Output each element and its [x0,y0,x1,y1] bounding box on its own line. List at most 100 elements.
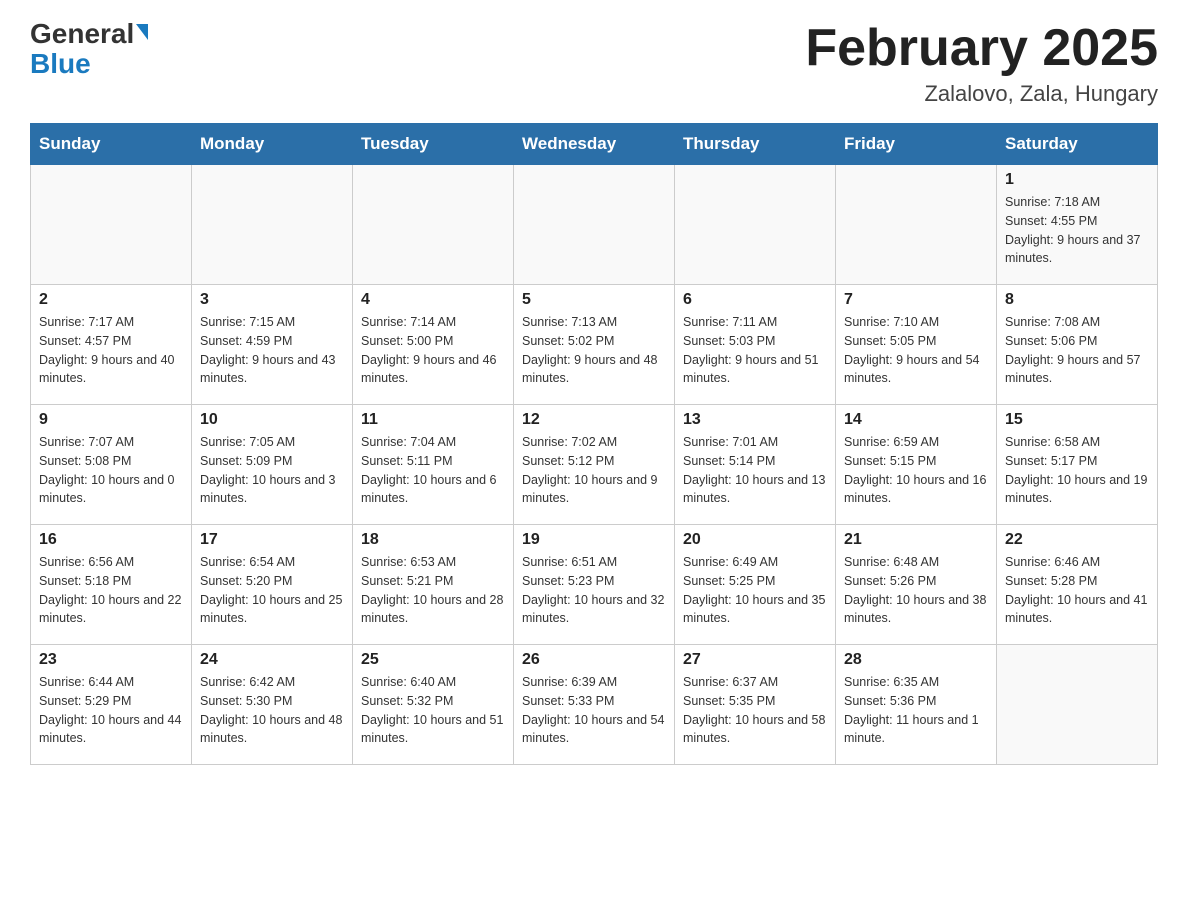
day-info: Sunrise: 7:07 AMSunset: 5:08 PMDaylight:… [39,433,183,508]
calendar-header-tuesday: Tuesday [353,124,514,165]
calendar-cell: 11 Sunrise: 7:04 AMSunset: 5:11 PMDayligh… [353,405,514,525]
calendar-cell: 24 Sunrise: 6:42 AMSunset: 5:30 PMDayligh… [192,645,353,765]
calendar-cell: 22 Sunrise: 6:46 AMSunset: 5:28 PMDayligh… [997,525,1158,645]
day-number: 2 [39,291,183,309]
day-number: 14 [844,411,988,429]
day-number: 3 [200,291,344,309]
day-info: Sunrise: 6:56 AMSunset: 5:18 PMDaylight:… [39,553,183,628]
day-info: Sunrise: 7:10 AMSunset: 5:05 PMDaylight:… [844,313,988,388]
calendar-cell: 19Sunrise: 6:51 AMSunset: 5:23 PMDayligh… [514,525,675,645]
day-number: 26 [522,651,666,669]
calendar-cell: 8Sunrise: 7:08 AMSunset: 5:06 PMDaylight… [997,285,1158,405]
calendar-cell: 6 Sunrise: 7:11 AMSunset: 5:03 PMDaylight… [675,285,836,405]
day-number: 5 [522,291,666,309]
calendar-week-4: 16 Sunrise: 6:56 AMSunset: 5:18 PMDayligh… [31,525,1158,645]
logo-general: General [30,20,134,48]
day-info: Sunrise: 6:58 AMSunset: 5:17 PMDaylight:… [1005,433,1149,508]
calendar-header-row: SundayMondayTuesdayWednesdayThursdayFrid… [31,124,1158,165]
calendar-cell: 5Sunrise: 7:13 AMSunset: 5:02 PMDaylight… [514,285,675,405]
day-number: 6 [683,291,827,309]
calendar-cell [192,165,353,285]
day-number: 13 [683,411,827,429]
day-number: 20 [683,531,827,549]
day-info: Sunrise: 6:35 AMSunset: 5:36 PMDaylight:… [844,673,988,748]
day-number: 17 [200,531,344,549]
day-info: Sunrise: 7:11 AMSunset: 5:03 PMDaylight:… [683,313,827,388]
day-info: Sunrise: 7:15 AMSunset: 4:59 PMDaylight:… [200,313,344,388]
day-info: Sunrise: 6:46 AMSunset: 5:28 PMDaylight:… [1005,553,1149,628]
calendar-header-sunday: Sunday [31,124,192,165]
calendar-cell: 23Sunrise: 6:44 AMSunset: 5:29 PMDayligh… [31,645,192,765]
calendar-cell: 1 Sunrise: 7:18 AMSunset: 4:55 PMDaylight… [997,165,1158,285]
calendar-cell: 9 Sunrise: 7:07 AMSunset: 5:08 PMDaylight… [31,405,192,525]
day-info: Sunrise: 6:53 AMSunset: 5:21 PMDaylight:… [361,553,505,628]
day-number: 19 [522,531,666,549]
calendar-cell: 3 Sunrise: 7:15 AMSunset: 4:59 PMDaylight… [192,285,353,405]
logo: General Blue [30,20,148,80]
day-info: Sunrise: 7:05 AMSunset: 5:09 PMDaylight:… [200,433,344,508]
day-number: 18 [361,531,505,549]
calendar-week-3: 9 Sunrise: 7:07 AMSunset: 5:08 PMDaylight… [31,405,1158,525]
calendar-week-1: 1 Sunrise: 7:18 AMSunset: 4:55 PMDaylight… [31,165,1158,285]
calendar-header-saturday: Saturday [997,124,1158,165]
day-number: 1 [1005,171,1149,189]
location: Zalalovo, Zala, Hungary [805,81,1158,107]
day-number: 16 [39,531,183,549]
calendar-week-2: 2 Sunrise: 7:17 AMSunset: 4:57 PMDaylight… [31,285,1158,405]
calendar-week-5: 23Sunrise: 6:44 AMSunset: 5:29 PMDayligh… [31,645,1158,765]
calendar-cell: 26 Sunrise: 6:39 AMSunset: 5:33 PMDayligh… [514,645,675,765]
calendar-cell: 12 Sunrise: 7:02 AMSunset: 5:12 PMDayligh… [514,405,675,525]
day-info: Sunrise: 7:14 AMSunset: 5:00 PMDaylight:… [361,313,505,388]
calendar-header-thursday: Thursday [675,124,836,165]
calendar-cell: 25Sunrise: 6:40 AMSunset: 5:32 PMDayligh… [353,645,514,765]
calendar-header-friday: Friday [836,124,997,165]
day-number: 9 [39,411,183,429]
calendar-cell: 27Sunrise: 6:37 AMSunset: 5:35 PMDayligh… [675,645,836,765]
day-number: 21 [844,531,988,549]
day-number: 10 [200,411,344,429]
logo-blue: Blue [30,48,91,80]
calendar-cell: 17 Sunrise: 6:54 AMSunset: 5:20 PMDayligh… [192,525,353,645]
calendar-cell: 13 Sunrise: 7:01 AMSunset: 5:14 PMDayligh… [675,405,836,525]
calendar-cell: 10 Sunrise: 7:05 AMSunset: 5:09 PMDayligh… [192,405,353,525]
calendar-table: SundayMondayTuesdayWednesdayThursdayFrid… [30,123,1158,765]
day-number: 11 [361,411,505,429]
calendar-cell: 16 Sunrise: 6:56 AMSunset: 5:18 PMDayligh… [31,525,192,645]
day-info: Sunrise: 7:04 AMSunset: 5:11 PMDaylight:… [361,433,505,508]
calendar-cell [836,165,997,285]
day-number: 12 [522,411,666,429]
day-info: Sunrise: 6:39 AMSunset: 5:33 PMDaylight:… [522,673,666,748]
calendar-cell [675,165,836,285]
calendar-cell: 20 Sunrise: 6:49 AMSunset: 5:25 PMDayligh… [675,525,836,645]
day-number: 15 [1005,411,1149,429]
day-number: 22 [1005,531,1149,549]
calendar-cell: 21 Sunrise: 6:48 AMSunset: 5:26 PMDayligh… [836,525,997,645]
day-info: Sunrise: 6:48 AMSunset: 5:26 PMDaylight:… [844,553,988,628]
calendar-cell: 14 Sunrise: 6:59 AMSunset: 5:15 PMDayligh… [836,405,997,525]
day-info: Sunrise: 7:08 AMSunset: 5:06 PMDaylight:… [1005,313,1149,388]
day-number: 24 [200,651,344,669]
calendar-header-wednesday: Wednesday [514,124,675,165]
calendar-cell: 7 Sunrise: 7:10 AMSunset: 5:05 PMDaylight… [836,285,997,405]
calendar-cell: 4Sunrise: 7:14 AMSunset: 5:00 PMDaylight… [353,285,514,405]
calendar-header-monday: Monday [192,124,353,165]
calendar-cell [997,645,1158,765]
day-info: Sunrise: 7:18 AMSunset: 4:55 PMDaylight:… [1005,193,1149,268]
day-info: Sunrise: 7:01 AMSunset: 5:14 PMDaylight:… [683,433,827,508]
day-info: Sunrise: 6:59 AMSunset: 5:15 PMDaylight:… [844,433,988,508]
month-title: February 2025 [805,20,1158,77]
day-info: Sunrise: 6:42 AMSunset: 5:30 PMDaylight:… [200,673,344,748]
day-info: Sunrise: 6:49 AMSunset: 5:25 PMDaylight:… [683,553,827,628]
day-number: 7 [844,291,988,309]
page-header: General Blue February 2025 Zalalovo, Zal… [30,20,1158,107]
calendar-cell [353,165,514,285]
day-info: Sunrise: 6:54 AMSunset: 5:20 PMDaylight:… [200,553,344,628]
calendar-cell: 28Sunrise: 6:35 AMSunset: 5:36 PMDayligh… [836,645,997,765]
day-number: 27 [683,651,827,669]
title-section: February 2025 Zalalovo, Zala, Hungary [805,20,1158,107]
day-info: Sunrise: 7:02 AMSunset: 5:12 PMDaylight:… [522,433,666,508]
calendar-cell [514,165,675,285]
calendar-cell: 18 Sunrise: 6:53 AMSunset: 5:21 PMDayligh… [353,525,514,645]
day-info: Sunrise: 7:17 AMSunset: 4:57 PMDaylight:… [39,313,183,388]
calendar-cell [31,165,192,285]
